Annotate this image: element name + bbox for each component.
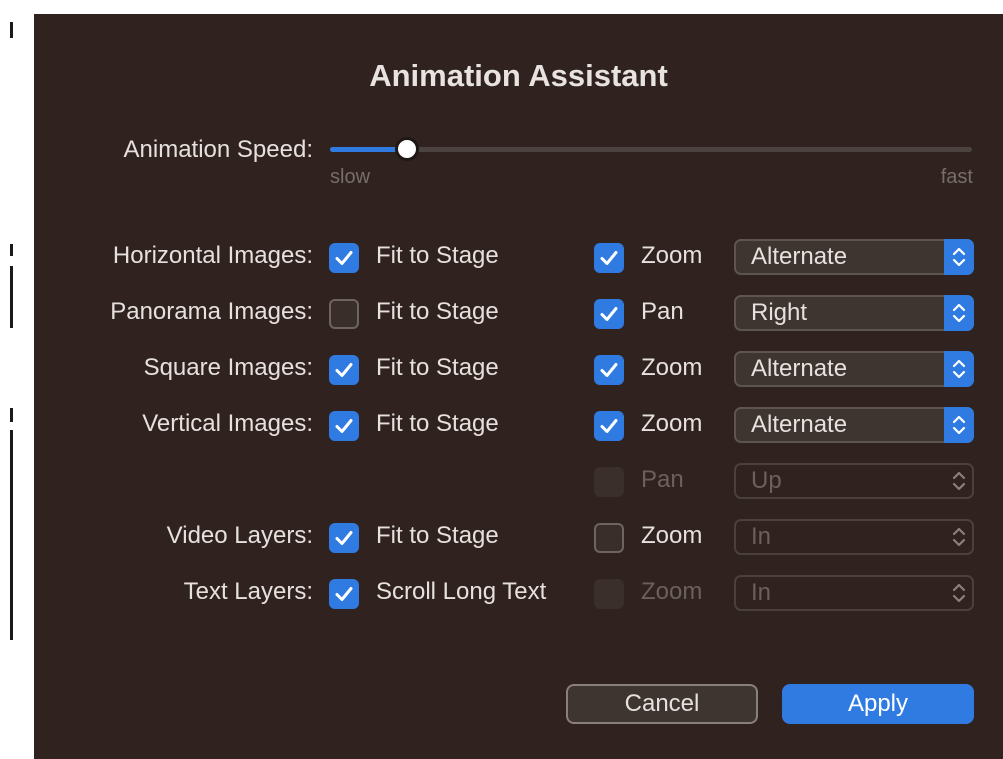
select-arrows[interactable] — [944, 295, 974, 331]
select-value: In — [751, 523, 772, 550]
checkmark-icon — [600, 307, 618, 321]
pan-checkbox — [594, 467, 624, 497]
select-arrows — [944, 463, 974, 499]
zoom-label: Zoom — [641, 578, 703, 605]
fit-to-stage-checkbox[interactable] — [329, 299, 359, 329]
row-vertical-pan: Pan Up — [34, 462, 1003, 502]
select-value: Right — [751, 299, 808, 326]
scroll-long-text-label[interactable]: Scroll Long Text — [376, 578, 546, 606]
cancel-button[interactable]: Cancel — [566, 684, 758, 724]
row-label: Horizontal Images: — [112, 242, 313, 269]
animation-speed-slider[interactable] — [330, 137, 972, 161]
animation-speed-label: Animation Speed: — [123, 136, 313, 163]
zoom-direction-select[interactable]: Alternate — [734, 239, 974, 275]
zoom-label[interactable]: Zoom — [641, 410, 702, 438]
fit-to-stage-label[interactable]: Fit to Stage — [376, 354, 499, 382]
checkmark-icon — [335, 363, 353, 377]
zoom-checkbox — [594, 579, 624, 609]
row-panorama-images: Panorama Images: Fit to Stage Pan Right — [34, 294, 1003, 334]
zoom-checkbox[interactable] — [594, 523, 624, 553]
row-vertical-images: Vertical Images: Fit to Stage Zoom Alter… — [34, 406, 1003, 446]
apply-button[interactable]: Apply — [782, 684, 974, 724]
edge-mark — [10, 430, 13, 640]
row-label: Vertical Images: — [142, 410, 313, 437]
chevron-up-down-icon — [952, 471, 966, 491]
zoom-checkbox[interactable] — [594, 243, 624, 273]
select-arrows — [944, 575, 974, 611]
zoom-label[interactable]: Zoom — [641, 354, 702, 382]
zoom-checkbox[interactable] — [594, 355, 624, 385]
zoom-direction-select: In — [734, 519, 974, 555]
row-label: Video Layers: — [166, 522, 313, 549]
pan-checkbox[interactable] — [594, 299, 624, 329]
pan-direction-select[interactable]: Right — [734, 295, 974, 331]
checkmark-icon — [335, 587, 353, 601]
fit-to-stage-label[interactable]: Fit to Stage — [376, 298, 499, 326]
checkmark-icon — [600, 363, 618, 377]
row-text-layers: Text Layers: Scroll Long Text Zoom In — [34, 574, 1003, 614]
chevron-up-down-icon — [952, 527, 966, 547]
fit-to-stage-checkbox[interactable] — [329, 243, 359, 273]
zoom-checkbox[interactable] — [594, 411, 624, 441]
select-arrows[interactable] — [944, 351, 974, 387]
chevron-up-down-icon — [952, 415, 966, 435]
chevron-up-down-icon — [952, 247, 966, 267]
zoom-label[interactable]: Zoom — [641, 242, 702, 270]
chevron-up-down-icon — [952, 303, 966, 323]
fit-to-stage-checkbox[interactable] — [329, 523, 359, 553]
chevron-up-down-icon — [952, 359, 966, 379]
fit-to-stage-checkbox[interactable] — [329, 355, 359, 385]
edge-mark — [10, 244, 13, 256]
row-label: Square Images: — [143, 354, 313, 381]
checkmark-icon — [335, 419, 353, 433]
background-window-edge — [0, 0, 34, 759]
row-horizontal-images: Horizontal Images: Fit to Stage Zoom Alt… — [34, 238, 1003, 278]
slow-label: slow — [330, 166, 371, 188]
checkmark-icon — [600, 251, 618, 265]
zoom-direction-select[interactable]: Alternate — [734, 407, 974, 443]
zoom-direction-select[interactable]: Alternate — [734, 351, 974, 387]
slider-knob[interactable] — [395, 137, 420, 161]
animation-assistant-dialog: Animation Assistant Animation Speed: slo… — [34, 14, 1003, 759]
edge-mark — [10, 22, 13, 38]
fit-to-stage-label[interactable]: Fit to Stage — [376, 242, 499, 270]
fit-to-stage-checkbox[interactable] — [329, 411, 359, 441]
checkmark-icon — [335, 251, 353, 265]
select-value: Up — [751, 467, 782, 494]
pan-direction-select: Up — [734, 463, 974, 499]
fit-to-stage-label[interactable]: Fit to Stage — [376, 522, 499, 550]
select-value: In — [751, 579, 772, 606]
select-value: Alternate — [751, 243, 848, 270]
pan-label[interactable]: Pan — [641, 298, 684, 326]
select-arrows[interactable] — [944, 407, 974, 443]
dialog-title: Animation Assistant — [369, 58, 668, 93]
select-arrows — [944, 519, 974, 555]
scroll-long-text-checkbox[interactable] — [329, 579, 359, 609]
row-label: Panorama Images: — [110, 298, 313, 325]
slider-track[interactable] — [330, 147, 972, 152]
row-video-layers: Video Layers: Fit to Stage Zoom In — [34, 518, 1003, 558]
select-value: Alternate — [751, 355, 848, 382]
select-arrows[interactable] — [944, 239, 974, 275]
fast-label: fast — [940, 166, 973, 188]
pan-label: Pan — [641, 466, 684, 493]
select-value: Alternate — [751, 411, 848, 438]
edge-mark — [10, 408, 13, 422]
chevron-up-down-icon — [952, 583, 966, 603]
checkmark-icon — [600, 419, 618, 433]
row-square-images: Square Images: Fit to Stage Zoom Alterna… — [34, 350, 1003, 390]
zoom-label[interactable]: Zoom — [641, 522, 702, 550]
row-label: Text Layers: — [183, 578, 313, 605]
fit-to-stage-label[interactable]: Fit to Stage — [376, 410, 499, 438]
zoom-direction-select: In — [734, 575, 974, 611]
edge-mark — [10, 266, 13, 328]
checkmark-icon — [335, 531, 353, 545]
